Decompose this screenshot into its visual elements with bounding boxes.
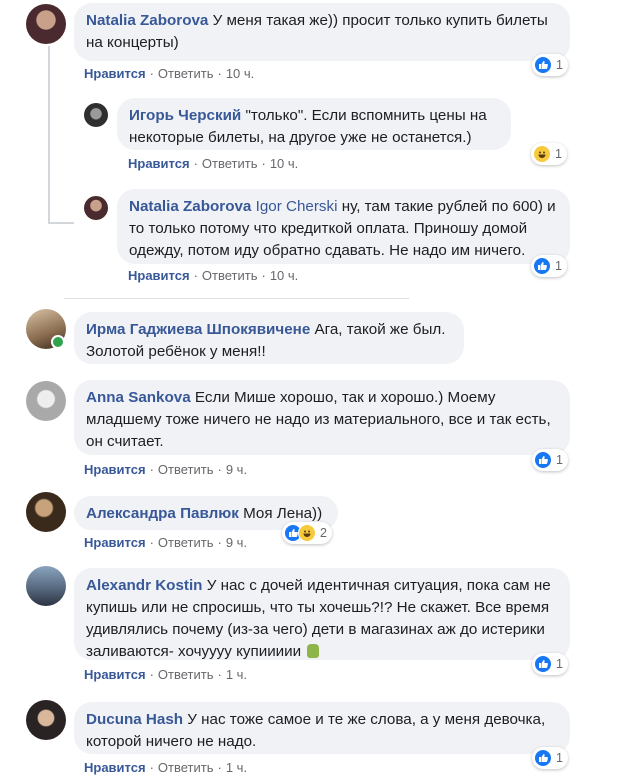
divider — [64, 298, 409, 299]
mention-link[interactable]: Igor Cherski — [256, 198, 338, 215]
avatar[interactable] — [84, 103, 108, 127]
reaction-count: 1 — [555, 259, 562, 273]
reply-button[interactable]: Ответить — [202, 156, 258, 171]
comment-actions: Нравится · Ответить · 1 ч. — [84, 667, 248, 682]
comment-author[interactable]: Natalia Zaborova — [129, 198, 251, 215]
like-reaction-icon — [533, 257, 551, 275]
reaction-count: 2 — [320, 526, 327, 540]
comment-author[interactable]: Ducuna Hash — [86, 711, 183, 728]
reply-bubble: Natalia Zaborova Igor Cherski ну, там та… — [117, 189, 570, 264]
thread-line — [48, 46, 50, 222]
reaction-count: 1 — [556, 453, 563, 467]
comment-author[interactable]: Alexandr Kostin — [86, 577, 202, 594]
comment-text: Моя Лена)) — [243, 505, 323, 522]
comment-actions: Нравится · Ответить · 1 ч. — [84, 760, 248, 775]
reaction-summary[interactable]: 1 — [531, 255, 567, 277]
reply-button[interactable]: Ответить — [158, 667, 214, 682]
reply-button[interactable]: Ответить — [158, 66, 214, 81]
reaction-summary[interactable]: 1 — [532, 653, 568, 675]
comment-timestamp[interactable]: 10 ч. — [270, 268, 298, 283]
haha-reaction-icon — [533, 145, 551, 163]
comment-actions: Нравится · Ответить · 9 ч. — [84, 462, 248, 477]
reaction-summary[interactable]: 1 — [532, 449, 568, 471]
reaction-count: 1 — [556, 657, 563, 671]
like-button[interactable]: Нравится — [128, 156, 190, 171]
comment-bubble: Natalia Zaborova У меня такая же)) проси… — [74, 3, 570, 61]
reaction-summary[interactable]: 1 — [532, 747, 568, 769]
comment-timestamp[interactable]: 10 ч. — [270, 156, 298, 171]
like-reaction-icon — [534, 56, 552, 74]
comment-author[interactable]: Natalia Zaborova — [86, 12, 208, 29]
like-button[interactable]: Нравится — [84, 66, 146, 81]
online-status-indicator — [51, 335, 65, 349]
comment-timestamp[interactable]: 9 ч. — [226, 535, 247, 550]
like-reaction-icon — [534, 749, 552, 767]
comment-author[interactable]: Александра Павлюк — [86, 505, 239, 522]
thread-line — [48, 222, 74, 224]
comment-bubble: Ducuna Hash У нас тоже самое и те же сло… — [74, 702, 570, 754]
reaction-count: 1 — [555, 147, 562, 161]
reply-button[interactable]: Ответить — [158, 535, 214, 550]
reaction-summary[interactable]: 1 — [531, 143, 567, 165]
reply-bubble: Игорь Черский "только". Если вспомнить ц… — [117, 98, 511, 150]
avatar[interactable] — [84, 196, 108, 220]
reaction-count: 1 — [556, 58, 563, 72]
haha-reaction-icon — [298, 524, 316, 542]
comment-timestamp[interactable]: 10 ч. — [226, 66, 254, 81]
reaction-summary[interactable]: 2 — [282, 522, 332, 544]
avatar[interactable] — [26, 700, 66, 740]
reaction-summary[interactable]: 1 — [532, 54, 568, 76]
reply-button[interactable]: Ответить — [158, 462, 214, 477]
comment-actions: Нравится · Ответить · 9 ч. — [84, 535, 248, 550]
comment-author[interactable]: Anna Sankova — [86, 389, 191, 406]
like-button[interactable]: Нравится — [84, 535, 146, 550]
comment-actions: Нравится · Ответить · 10 ч. — [128, 268, 299, 283]
comment-actions: Нравится · Ответить · 10 ч. — [128, 156, 299, 171]
comment-author[interactable]: Игорь Черский — [129, 107, 241, 124]
comment-timestamp[interactable]: 1 ч. — [226, 667, 247, 682]
avatar[interactable] — [26, 492, 66, 532]
like-button[interactable]: Нравится — [128, 268, 190, 283]
avatar[interactable] — [26, 381, 66, 421]
avatar[interactable] — [26, 4, 66, 44]
comment-timestamp[interactable]: 1 ч. — [226, 760, 247, 775]
reaction-count: 1 — [556, 751, 563, 765]
avatar[interactable] — [26, 566, 66, 606]
comment-actions: Нравится · Ответить · 10 ч. — [84, 66, 255, 81]
sticker-emoji-icon — [307, 644, 320, 658]
like-button[interactable]: Нравится — [84, 462, 146, 477]
like-button[interactable]: Нравится — [84, 667, 146, 682]
reply-button[interactable]: Ответить — [158, 760, 214, 775]
comment-bubble: Ирма Гаджиева Шпокявичене Ага, такой же … — [74, 312, 464, 364]
like-button[interactable]: Нравится — [84, 760, 146, 775]
comment-bubble: Anna Sankova Если Мише хорошо, так и хор… — [74, 380, 570, 455]
like-reaction-icon — [534, 451, 552, 469]
reply-button[interactable]: Ответить — [202, 268, 258, 283]
comment-timestamp[interactable]: 9 ч. — [226, 462, 247, 477]
comment-bubble: Alexandr Kostin У нас с дочей идентичная… — [74, 568, 570, 660]
comment-author[interactable]: Ирма Гаджиева Шпокявичене — [86, 321, 310, 338]
like-reaction-icon — [534, 655, 552, 673]
